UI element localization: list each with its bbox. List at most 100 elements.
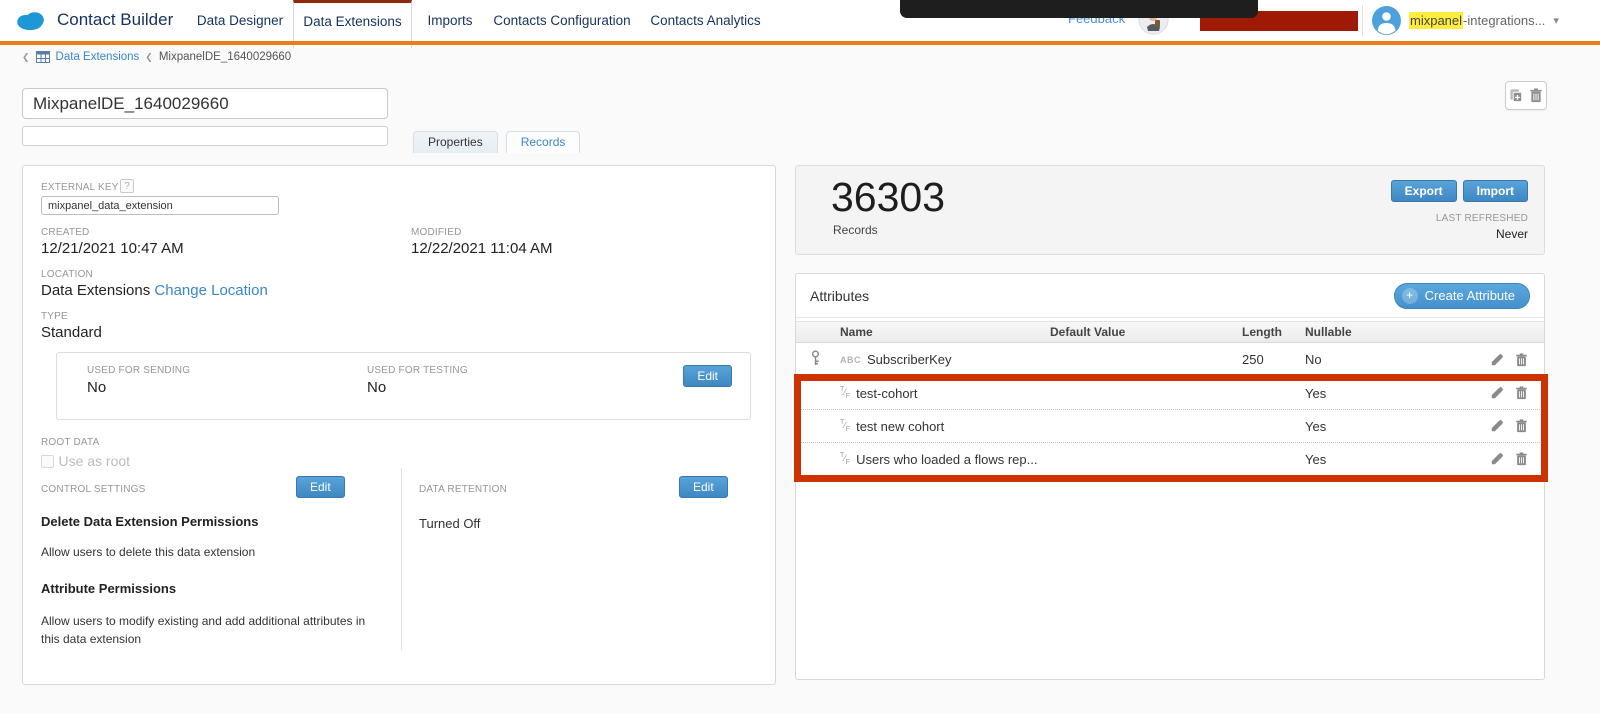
table-row[interactable]: ABC T⁄F test new cohort Yes [796, 409, 1544, 442]
usage-edit-button[interactable]: Edit [683, 365, 732, 387]
control-settings-edit-button[interactable]: Edit [296, 476, 345, 498]
breadcrumb: ❮ Data Extensions ❮ MixpanelDE_164002966… [22, 51, 291, 63]
boolean-type-icon: T⁄F [840, 419, 850, 433]
record-count: 36303 [831, 174, 945, 221]
created-label: CREATED [41, 227, 89, 238]
key-icon [810, 350, 821, 366]
table-row[interactable]: ABC T⁄F test-cohort Yes [796, 376, 1544, 409]
attribute-nullable: Yes [1305, 386, 1402, 401]
plus-icon: + [1402, 288, 1418, 304]
modified-value: 12/22/2021 11:04 AM [411, 240, 553, 257]
attribute-nullable: Yes [1305, 419, 1402, 434]
delete-permissions-title: Delete Data Extension Permissions [41, 514, 258, 529]
delete-permissions-description: Allow users to delete this data extensio… [41, 543, 255, 561]
data-retention-edit-button[interactable]: Edit [679, 476, 728, 498]
column-nullable: Nullable [1305, 325, 1402, 339]
chevron-down-icon: ▾ [1553, 14, 1559, 27]
boolean-type-icon: T⁄F [840, 386, 850, 400]
chevron-left-icon: ❮ [22, 52, 30, 63]
create-attribute-button[interactable]: + Create Attribute [1394, 283, 1530, 309]
edit-pencil-icon[interactable] [1490, 452, 1504, 466]
location-value: Data Extensions Change Location [41, 282, 268, 299]
trash-icon[interactable] [1515, 419, 1528, 433]
top-navigation-bar: Contact Builder Data Designer Data Exten… [0, 0, 1600, 41]
nav-item-data-designer[interactable]: Data Designer [188, 0, 292, 41]
data-retention-label: DATA RETENTION [419, 484, 507, 495]
column-default-value: Default Value [1050, 325, 1242, 339]
records-actions: Export Import [1391, 180, 1528, 202]
table-row[interactable]: ABC T⁄F Users who loaded a flows rep... … [796, 442, 1544, 475]
used-for-testing-value: No [367, 379, 386, 396]
trash-icon[interactable] [1515, 386, 1528, 400]
modified-label: MODIFIED [411, 227, 462, 238]
control-settings-label: CONTROL SETTINGS [41, 484, 146, 495]
text-type-icon: ABC [840, 355, 861, 365]
external-key-input[interactable] [41, 196, 279, 215]
user-menu[interactable]: mixpanel-integrations... ▾ [1372, 6, 1559, 35]
change-location-link[interactable]: Change Location [154, 282, 267, 299]
location-label: LOCATION [41, 269, 93, 280]
attributes-panel: Attributes + Create Attribute Name Defau… [795, 273, 1545, 680]
cloud-icon [14, 9, 48, 31]
export-button[interactable]: Export [1391, 180, 1457, 202]
nav-item-contacts-configuration[interactable]: Contacts Configuration [492, 0, 632, 41]
attributes-table-body: ABC T⁄F SubscriberKey 250 No [796, 343, 1544, 475]
record-count-label: Records [833, 223, 878, 237]
redaction-bar-dark [900, 0, 1258, 18]
records-summary-panel: 36303 Records Export Import LAST REFRESH… [795, 165, 1545, 255]
attribute-permissions-description: Allow users to modify existing and add a… [41, 612, 386, 648]
header-accent-bar [0, 41, 1600, 45]
extension-actions-group [1505, 81, 1547, 110]
data-extension-name-input[interactable] [22, 88, 388, 119]
used-for-sending-value: No [87, 379, 106, 396]
tab-records[interactable]: Records [506, 131, 581, 153]
trash-icon[interactable] [1515, 353, 1528, 367]
type-value: Standard [41, 324, 102, 341]
boolean-type-icon: T⁄F [840, 452, 850, 466]
attribute-length: 250 [1242, 352, 1305, 367]
usage-box: USED FOR SENDING No USED FOR TESTING No … [56, 352, 751, 420]
tab-properties[interactable]: Properties [413, 131, 498, 153]
last-refreshed-label: LAST REFRESHED [1436, 213, 1528, 224]
attribute-name: SubscriberKey [867, 352, 952, 367]
attributes-title: Attributes [810, 288, 869, 304]
help-icon[interactable]: ? [120, 179, 134, 193]
user-name: mixpanel-integrations... [1409, 13, 1545, 28]
nav-item-contacts-analytics[interactable]: Contacts Analytics [648, 0, 763, 41]
detail-tabs: Properties Records [413, 131, 580, 153]
edit-pencil-icon[interactable] [1490, 419, 1504, 433]
app-logo[interactable]: Contact Builder [14, 9, 173, 31]
last-refreshed-value: Never [1496, 227, 1528, 241]
external-key-label: EXTERNAL KEY [41, 182, 119, 193]
trash-icon[interactable] [1529, 88, 1543, 103]
use-as-root-label: Use as root [58, 453, 130, 469]
attributes-titlebar: Attributes + Create Attribute [796, 274, 1544, 318]
used-for-sending-label: USED FOR SENDING [87, 365, 190, 376]
attribute-permissions-title: Attribute Permissions [41, 581, 176, 596]
root-data-label: ROOT DATA [41, 437, 99, 448]
nav-item-imports[interactable]: Imports [420, 0, 480, 41]
column-length: Length [1242, 325, 1305, 339]
app-title: Contact Builder [57, 10, 173, 30]
attribute-name: test-cohort [856, 386, 917, 401]
edit-pencil-icon[interactable] [1490, 386, 1504, 400]
import-button[interactable]: Import [1463, 180, 1528, 202]
type-label: TYPE [41, 311, 68, 322]
table-row[interactable]: ABC T⁄F SubscriberKey 250 No [796, 343, 1544, 376]
edit-pencil-icon[interactable] [1490, 353, 1504, 367]
section-divider [401, 468, 402, 650]
data-retention-value: Turned Off [419, 514, 480, 534]
breadcrumb-parent-link[interactable]: Data Extensions [56, 51, 140, 63]
created-value: 12/21/2021 10:47 AM [41, 240, 184, 257]
table-icon [36, 51, 50, 63]
data-extension-description-input[interactable] [22, 126, 388, 146]
use-as-root-checkbox[interactable] [41, 455, 54, 468]
chevron-left-icon: ❮ [145, 52, 153, 63]
trash-icon[interactable] [1515, 452, 1528, 466]
attribute-nullable: No [1305, 352, 1402, 367]
properties-panel: EXTERNAL KEY ? CREATED 12/21/2021 10:47 … [22, 165, 776, 685]
copy-icon[interactable] [1509, 88, 1524, 103]
attribute-nullable: Yes [1305, 452, 1402, 467]
user-avatar-icon [1372, 6, 1401, 35]
attribute-name: Users who loaded a flows rep... [856, 452, 1037, 467]
